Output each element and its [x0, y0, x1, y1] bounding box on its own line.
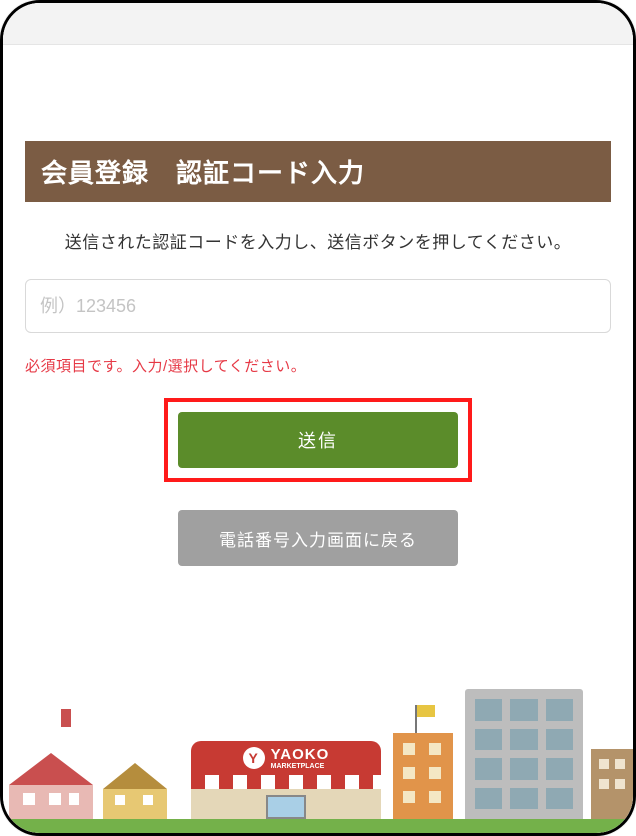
store-subtitle-text: MARKETPLACE [271, 763, 330, 770]
verification-code-input[interactable] [25, 279, 611, 333]
building-orange-icon [393, 733, 453, 819]
main-content: 会員登録 認証コード入力 送信された認証コードを入力し、送信ボタンを押してくださ… [3, 45, 633, 833]
status-bar [3, 3, 633, 45]
device-frame: 会員登録 認証コード入力 送信された認証コードを入力し、送信ボタンを押してくださ… [0, 0, 636, 836]
footer-illustration: Y YAOKO MARKETPLACE [3, 683, 633, 833]
submit-highlight-box: 送信 [164, 398, 472, 482]
store-brand-text: YAOKO [271, 746, 330, 763]
button-group: 送信 電話番号入力画面に戻る [25, 398, 611, 566]
instruction-text: 送信された認証コードを入力し、送信ボタンを押してください。 [25, 228, 611, 253]
back-button[interactable]: 電話番号入力画面に戻る [178, 510, 458, 566]
app-screen: 会員登録 認証コード入力 送信された認証コードを入力し、送信ボタンを押してくださ… [3, 3, 633, 833]
house-pink-icon [9, 753, 93, 819]
ground-strip [3, 819, 633, 833]
building-grey-icon [465, 689, 583, 819]
yaoko-logo-badge-icon: Y [243, 747, 265, 769]
house-yellow-icon [103, 763, 167, 819]
page-title: 会員登録 認証コード入力 [25, 141, 611, 202]
yaoko-store-icon: Y YAOKO MARKETPLACE [191, 741, 381, 819]
error-message: 必須項目です。入力/選択してください。 [25, 355, 611, 376]
building-brown-icon [591, 749, 633, 819]
submit-button[interactable]: 送信 [178, 412, 458, 468]
